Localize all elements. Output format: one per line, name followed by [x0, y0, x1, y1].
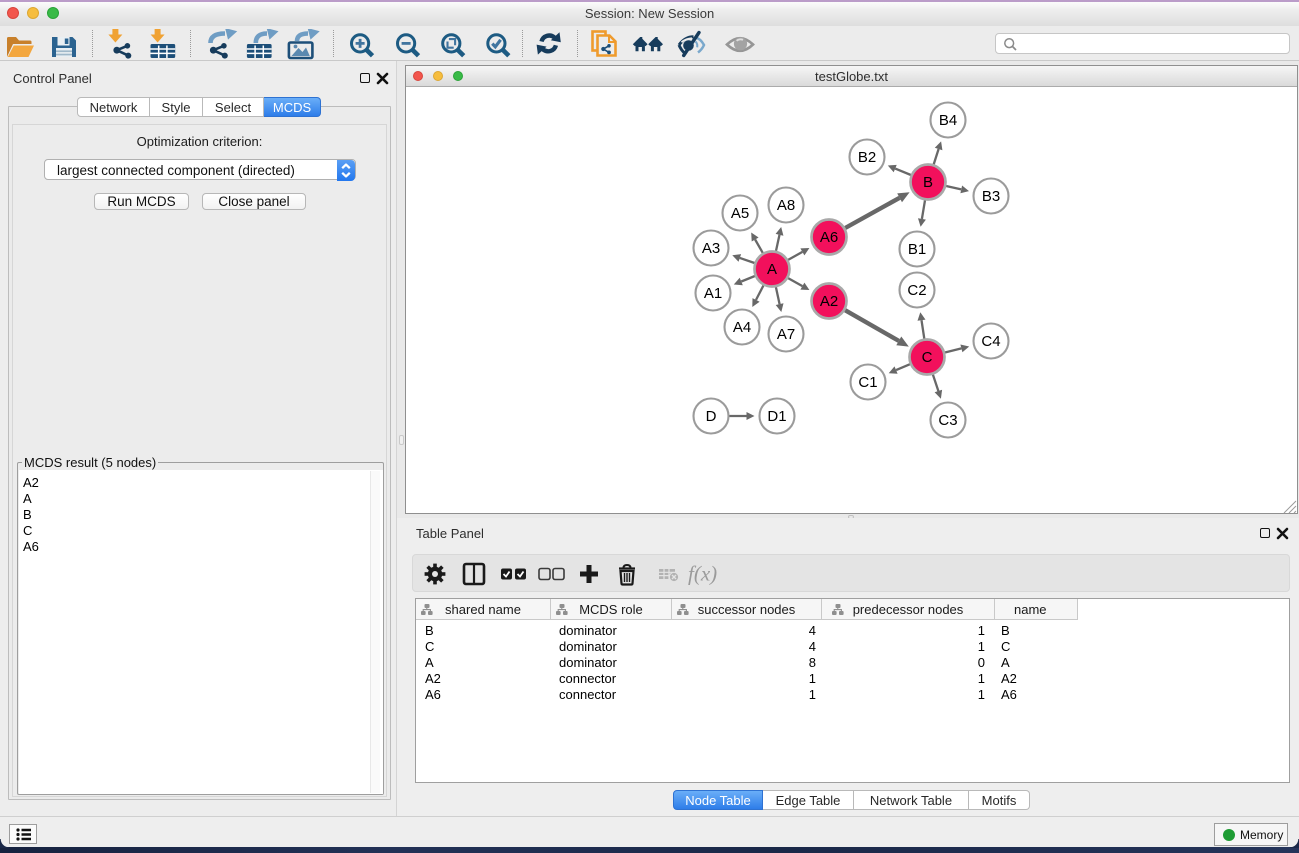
svg-text:B2: B2: [858, 149, 876, 166]
svg-text:A8: A8: [777, 197, 795, 214]
svg-text:A7: A7: [777, 326, 795, 343]
svg-text:A5: A5: [731, 205, 749, 222]
svg-text:B1: B1: [908, 241, 926, 258]
svg-text:C2: C2: [907, 282, 926, 299]
svg-text:D1: D1: [767, 408, 786, 425]
svg-text:D: D: [706, 408, 717, 425]
svg-text:B: B: [923, 174, 933, 191]
svg-text:A3: A3: [702, 240, 720, 257]
svg-text:A1: A1: [704, 285, 722, 302]
svg-text:A: A: [767, 261, 777, 278]
svg-text:B4: B4: [939, 112, 957, 129]
svg-text:f(x): f(x): [688, 562, 717, 586]
svg-text:A6: A6: [820, 229, 838, 246]
svg-text:C: C: [922, 349, 933, 366]
svg-text:C3: C3: [938, 412, 957, 429]
svg-text:A2: A2: [820, 293, 838, 310]
svg-text:C1: C1: [858, 374, 877, 391]
svg-text:C4: C4: [981, 333, 1000, 350]
svg-text:B3: B3: [982, 188, 1000, 205]
svg-text:A4: A4: [733, 319, 751, 336]
